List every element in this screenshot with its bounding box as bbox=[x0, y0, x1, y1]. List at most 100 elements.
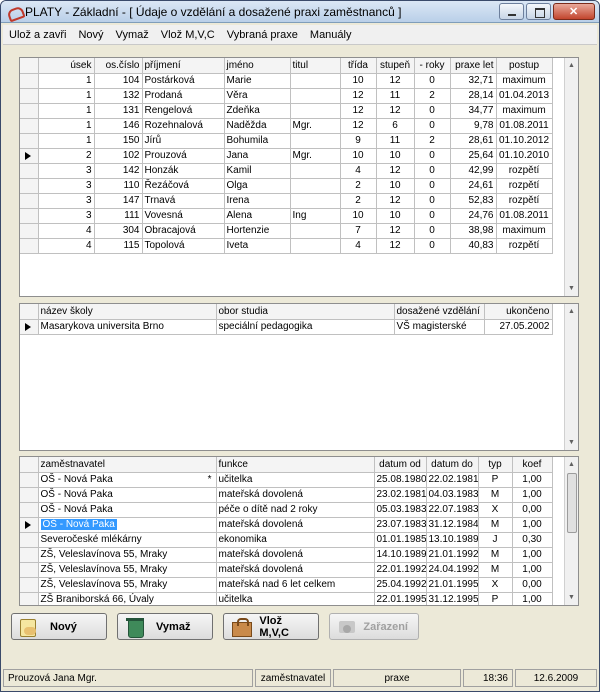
table-cell[interactable]: 0 bbox=[414, 73, 451, 89]
table-cell[interactable]: ZŠ Braniborská 66, Úvaly bbox=[38, 592, 217, 605]
table-cell[interactable]: 0 bbox=[414, 118, 451, 134]
table-cell[interactable]: 111 bbox=[94, 208, 143, 224]
table-cell[interactable]: 0 bbox=[414, 163, 451, 179]
table-row[interactable]: 1 146 Rozehnalová Naděžda Mgr. 12 6 0 9,78 01.08.… bbox=[20, 118, 553, 134]
table-row[interactable]: ZŠ, Veleslavínova 55, Mraky mateřská nad … bbox=[20, 577, 553, 593]
table-cell[interactable]: Trnavá bbox=[142, 193, 225, 209]
table-row[interactable]: 1 131 Rengelová Zdeňka 12 12 0 34,77 maximum bbox=[20, 103, 553, 119]
table-cell[interactable]: 10 bbox=[376, 178, 415, 194]
table-cell[interactable]: 27.05.2002 bbox=[484, 319, 553, 335]
table-row[interactable]: 3 142 Honzák Kamil 4 12 0 42,99 rozpětí bbox=[20, 163, 553, 179]
table-cell[interactable]: J bbox=[478, 532, 513, 548]
practice-scrollbar[interactable]: ▲ ▼ bbox=[564, 457, 578, 605]
table-cell[interactable]: 0 bbox=[414, 148, 451, 164]
table-row[interactable]: OŠ - Nová Paka péče o dítě nad 2 roky 05.0… bbox=[20, 502, 553, 518]
column-header[interactable]: obor studia bbox=[216, 304, 395, 320]
column-header[interactable]: postup bbox=[496, 58, 553, 74]
delete-button[interactable]: Vymaž bbox=[117, 613, 213, 640]
table-row[interactable]: 4 115 Topolová Iveta 4 12 0 40,83 rozpětí bbox=[20, 238, 553, 254]
table-cell[interactable]: ekonomika bbox=[216, 532, 375, 548]
table-cell[interactable]: 01.08.2011 bbox=[496, 118, 553, 134]
table-cell[interactable]: 12 bbox=[376, 103, 415, 119]
menu-selected-practice[interactable]: Vybraná praxe bbox=[221, 29, 304, 41]
table-cell[interactable]: 22.01.1992 bbox=[374, 562, 427, 578]
close-button[interactable] bbox=[553, 3, 595, 20]
table-cell[interactable]: 3 bbox=[38, 178, 95, 194]
table-cell[interactable]: 42,99 bbox=[450, 163, 497, 179]
table-cell[interactable]: 10 bbox=[340, 148, 377, 164]
row-selector[interactable] bbox=[20, 562, 39, 578]
table-cell[interactable]: OŠ - Nová Paka bbox=[38, 502, 217, 518]
scroll-up-icon[interactable]: ▲ bbox=[565, 458, 578, 471]
table-cell[interactable]: 304 bbox=[94, 223, 143, 239]
table-cell[interactable]: rozpětí bbox=[496, 163, 553, 179]
table-cell[interactable]: maximum bbox=[496, 103, 553, 119]
table-row[interactable]: 4 304 Obracajová Hortenzie 7 12 0 38,98 maximum bbox=[20, 223, 553, 239]
menu-new[interactable]: Nový bbox=[72, 29, 109, 41]
table-cell[interactable]: 52,83 bbox=[450, 193, 497, 209]
column-header[interactable]: ukončeno bbox=[484, 304, 553, 320]
table-cell[interactable]: 0 bbox=[414, 193, 451, 209]
table-row[interactable]: 1 104 Postárková Marie 10 12 0 32,71 maximum bbox=[20, 73, 553, 89]
table-cell[interactable]: 10 bbox=[376, 148, 415, 164]
table-cell[interactable]: 0,00 bbox=[512, 577, 553, 593]
scroll-down-icon[interactable]: ▼ bbox=[565, 591, 578, 604]
table-cell[interactable]: 25,64 bbox=[450, 148, 497, 164]
table-row[interactable]: ZŠ, Veleslavínova 55, Mraky mateřská dovo… bbox=[20, 547, 553, 563]
table-cell[interactable]: 1 bbox=[38, 73, 95, 89]
column-header[interactable]: stupeň bbox=[376, 58, 415, 74]
table-cell[interactable]: speciální pedagogika bbox=[216, 319, 395, 335]
table-cell[interactable]: mateřská dovolená bbox=[216, 562, 375, 578]
table-cell[interactable]: 147 bbox=[94, 193, 143, 209]
table-cell[interactable]: 12 bbox=[340, 118, 377, 134]
table-cell[interactable]: Vovesná bbox=[142, 208, 225, 224]
table-cell[interactable]: 10 bbox=[376, 208, 415, 224]
table-cell[interactable]: Mgr. bbox=[290, 118, 341, 134]
column-header[interactable]: os.číslo bbox=[94, 58, 143, 74]
table-cell[interactable]: 01.10.2010 bbox=[496, 148, 553, 164]
table-cell[interactable]: 142 bbox=[94, 163, 143, 179]
table-cell[interactable]: ZŠ, Veleslavínova 55, Mraky bbox=[38, 547, 217, 563]
table-cell[interactable]: 4 bbox=[38, 223, 95, 239]
table-cell[interactable]: 2 bbox=[414, 133, 451, 149]
table-cell[interactable]: 22.02.1981 bbox=[426, 472, 479, 488]
table-cell[interactable]: Masarykova universita Brno bbox=[38, 319, 217, 335]
table-cell[interactable]: 2 bbox=[38, 148, 95, 164]
table-cell[interactable]: 3 bbox=[38, 193, 95, 209]
table-cell[interactable]: 102 bbox=[94, 148, 143, 164]
table-cell[interactable]: 31.12.1984 bbox=[426, 517, 479, 533]
table-cell[interactable]: M bbox=[478, 562, 513, 578]
table-cell[interactable]: 1,00 bbox=[512, 472, 553, 488]
table-cell[interactable]: 4 bbox=[38, 238, 95, 254]
column-header[interactable]: funkce bbox=[216, 457, 375, 473]
table-cell[interactable]: P bbox=[478, 592, 513, 605]
table-cell[interactable] bbox=[290, 163, 341, 179]
table-cell[interactable]: rozpětí bbox=[496, 193, 553, 209]
table-cell[interactable]: péče o dítě nad 2 roky bbox=[216, 502, 375, 518]
table-cell[interactable]: 40,83 bbox=[450, 238, 497, 254]
table-cell[interactable]: Ing bbox=[290, 208, 341, 224]
table-cell[interactable]: M bbox=[478, 517, 513, 533]
column-header[interactable]: úsek bbox=[38, 58, 95, 74]
table-cell[interactable]: Marie bbox=[224, 73, 291, 89]
table-cell[interactable]: 12 bbox=[376, 223, 415, 239]
insert-mvc-button[interactable]: Vlož M,V,C bbox=[223, 613, 319, 640]
practice-grid[interactable]: zaměstnavatel funkce datum od datum do typ ko… bbox=[19, 456, 579, 606]
table-cell[interactable]: 24,76 bbox=[450, 208, 497, 224]
row-selector[interactable] bbox=[20, 118, 39, 134]
scroll-thumb[interactable] bbox=[567, 473, 577, 533]
table-cell[interactable]: Prouzová bbox=[142, 148, 225, 164]
table-cell[interactable]: maximum bbox=[496, 73, 553, 89]
table-cell[interactable]: mateřská nad 6 let celkem bbox=[216, 577, 375, 593]
table-row[interactable]: 1 150 Jírů Bohumila 9 11 2 28,61 01.10.2012 bbox=[20, 133, 553, 149]
table-cell[interactable]: 3 bbox=[38, 163, 95, 179]
row-selector[interactable] bbox=[20, 502, 39, 518]
row-selector[interactable] bbox=[20, 577, 39, 593]
table-cell[interactable]: 13.10.1989 bbox=[426, 532, 479, 548]
table-cell[interactable]: Rengelová bbox=[142, 103, 225, 119]
column-header[interactable]: koef bbox=[512, 457, 553, 473]
row-selector[interactable] bbox=[20, 133, 39, 149]
table-row[interactable]: 3 147 Trnavá Irena 2 12 0 52,83 rozpětí bbox=[20, 193, 553, 209]
table-cell[interactable] bbox=[290, 103, 341, 119]
table-cell[interactable]: OŠ - Nová Paka bbox=[38, 487, 217, 503]
